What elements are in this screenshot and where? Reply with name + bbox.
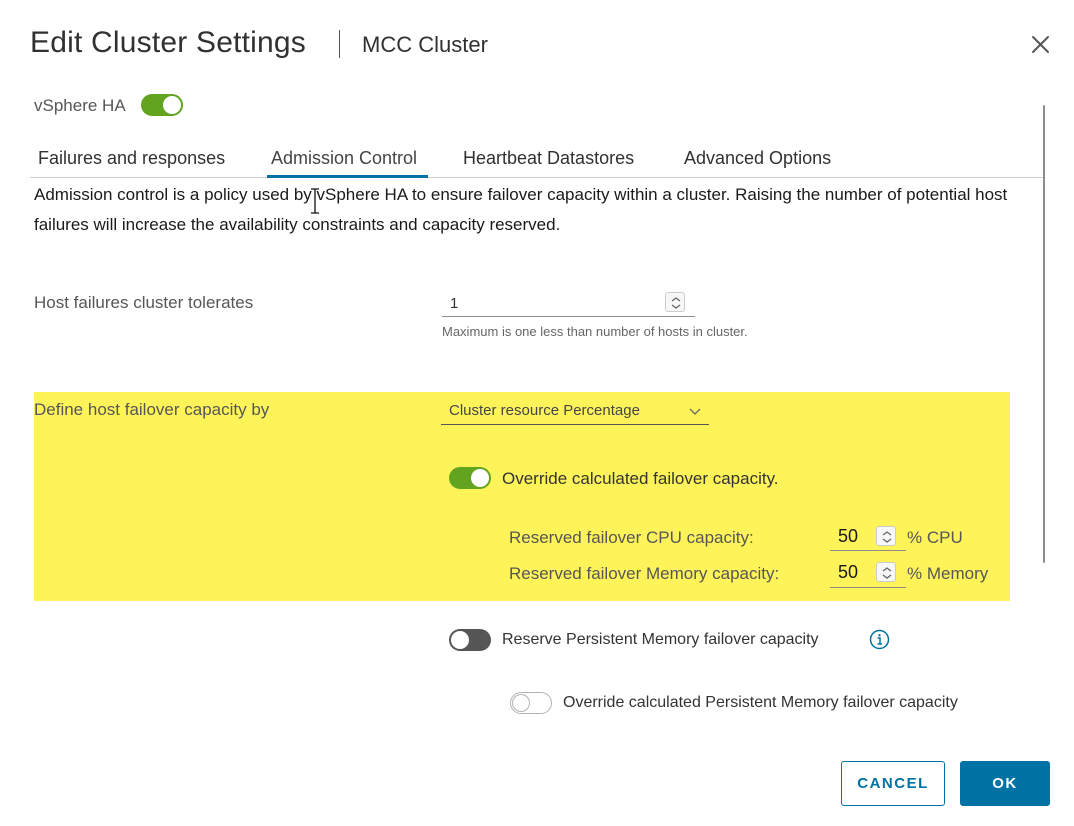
- memory-capacity-label: Reserved failover Memory capacity:: [509, 564, 780, 583]
- admission-control-panel: Admission control is a policy used by vS…: [0, 178, 1040, 730]
- admission-description: Admission control is a policy used by vS…: [34, 185, 1008, 234]
- pmem-override-label: Override calculated Persistent Memory fa…: [563, 694, 958, 711]
- cpu-capacity-stepper[interactable]: [876, 526, 896, 546]
- info-icon[interactable]: [869, 629, 890, 650]
- chevron-down-icon: [689, 408, 701, 415]
- host-failures-stepper[interactable]: [665, 292, 685, 312]
- cpu-capacity-input[interactable]: 50: [838, 526, 858, 547]
- toggle-knob: [451, 631, 469, 649]
- memory-underline: [830, 587, 906, 588]
- dialog-title: Edit Cluster Settings: [30, 26, 306, 59]
- define-capacity-value: Cluster resource Percentage: [449, 402, 640, 419]
- settings-tabs: Failures and responses Admission Control…: [30, 140, 1044, 178]
- dialog-footer: CANCEL OK: [0, 730, 1074, 826]
- pmem-reserve-toggle[interactable]: [449, 629, 491, 651]
- host-failures-input[interactable]: 1: [450, 295, 458, 312]
- text-cursor-icon: [311, 188, 319, 214]
- toggle-knob: [512, 694, 530, 712]
- host-failures-help: Maximum is one less than number of hosts…: [442, 324, 748, 339]
- tab-heartbeat-datastores[interactable]: Heartbeat Datastores: [463, 148, 634, 169]
- cpu-underline: [830, 550, 906, 551]
- tab-advanced-options[interactable]: Advanced Options: [684, 148, 831, 169]
- memory-unit: % Memory: [907, 564, 989, 583]
- toggle-knob: [471, 469, 489, 487]
- cpu-unit: % CPU: [907, 528, 963, 547]
- title-separator: [339, 30, 340, 58]
- cpu-capacity-label: Reserved failover CPU capacity:: [509, 528, 754, 547]
- dialog-subtitle: MCC Cluster: [362, 32, 488, 57]
- memory-capacity-input[interactable]: 50: [838, 562, 858, 583]
- define-capacity-select[interactable]: Cluster resource Percentage: [441, 401, 709, 425]
- override-capacity-toggle[interactable]: [449, 467, 491, 489]
- scrollbar[interactable]: [1043, 105, 1045, 563]
- vsphere-ha-label: vSphere HA: [34, 96, 126, 115]
- override-capacity-label: Override calculated failover capacity.: [502, 469, 779, 488]
- define-capacity-label: Define host failover capacity by: [34, 400, 270, 419]
- pmem-override-toggle[interactable]: [510, 692, 552, 714]
- edit-cluster-settings-dialog: Edit Cluster Settings MCC Cluster vSpher…: [0, 0, 1074, 826]
- tab-failures-and-responses[interactable]: Failures and responses: [38, 148, 225, 169]
- tab-admission-control[interactable]: Admission Control: [271, 148, 417, 169]
- memory-capacity-stepper[interactable]: [876, 562, 896, 582]
- vsphere-ha-toggle[interactable]: [141, 94, 183, 116]
- host-failures-label: Host failures cluster tolerates: [34, 293, 254, 312]
- host-failures-underline: [442, 316, 695, 317]
- close-icon[interactable]: [1026, 30, 1056, 60]
- ok-button[interactable]: OK: [960, 761, 1050, 806]
- toggle-knob: [163, 96, 181, 114]
- cancel-button[interactable]: CANCEL: [841, 761, 945, 806]
- pmem-reserve-label: Reserve Persistent Memory failover capac…: [502, 631, 819, 648]
